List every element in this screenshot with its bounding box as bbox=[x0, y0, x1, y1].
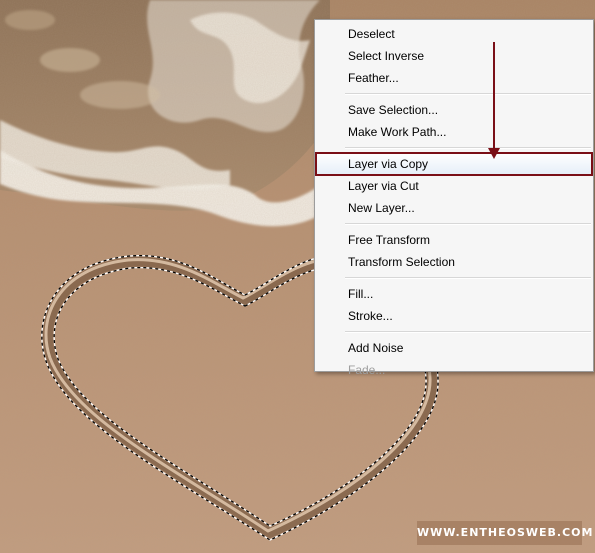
menu-item-select-inverse[interactable]: Select Inverse bbox=[315, 45, 593, 67]
watermark: WWW.ENTHEOSWEB.COM bbox=[417, 521, 592, 545]
menu-item-transform-selection[interactable]: Transform Selection bbox=[315, 251, 593, 273]
menu-separator bbox=[345, 147, 591, 149]
menu-separator bbox=[345, 331, 591, 333]
menu-item-free-transform[interactable]: Free Transform bbox=[315, 229, 593, 251]
menu-item-layer-via-cut[interactable]: Layer via Cut bbox=[315, 175, 593, 197]
menu-item-layer-via-copy[interactable]: Layer via Copy bbox=[315, 153, 593, 175]
menu-separator bbox=[345, 277, 591, 279]
menu-item-add-noise[interactable]: Add Noise bbox=[315, 337, 593, 359]
menu-item-save-selection[interactable]: Save Selection... bbox=[315, 99, 593, 121]
menu-item-make-work-path[interactable]: Make Work Path... bbox=[315, 121, 593, 143]
menu-separator bbox=[345, 93, 591, 95]
menu-item-new-layer[interactable]: New Layer... bbox=[315, 197, 593, 219]
menu-item-fade: Fade... bbox=[348, 363, 386, 377]
menu-separator bbox=[345, 223, 591, 225]
menu-item-fill[interactable]: Fill... bbox=[315, 283, 593, 305]
menu-item-deselect[interactable]: Deselect bbox=[315, 23, 593, 45]
menu-item-stroke[interactable]: Stroke... bbox=[315, 305, 593, 327]
context-menu: Deselect Select Inverse Feather... Save Sel… bbox=[314, 19, 594, 377]
menu-item-feather[interactable]: Feather... bbox=[315, 67, 593, 89]
